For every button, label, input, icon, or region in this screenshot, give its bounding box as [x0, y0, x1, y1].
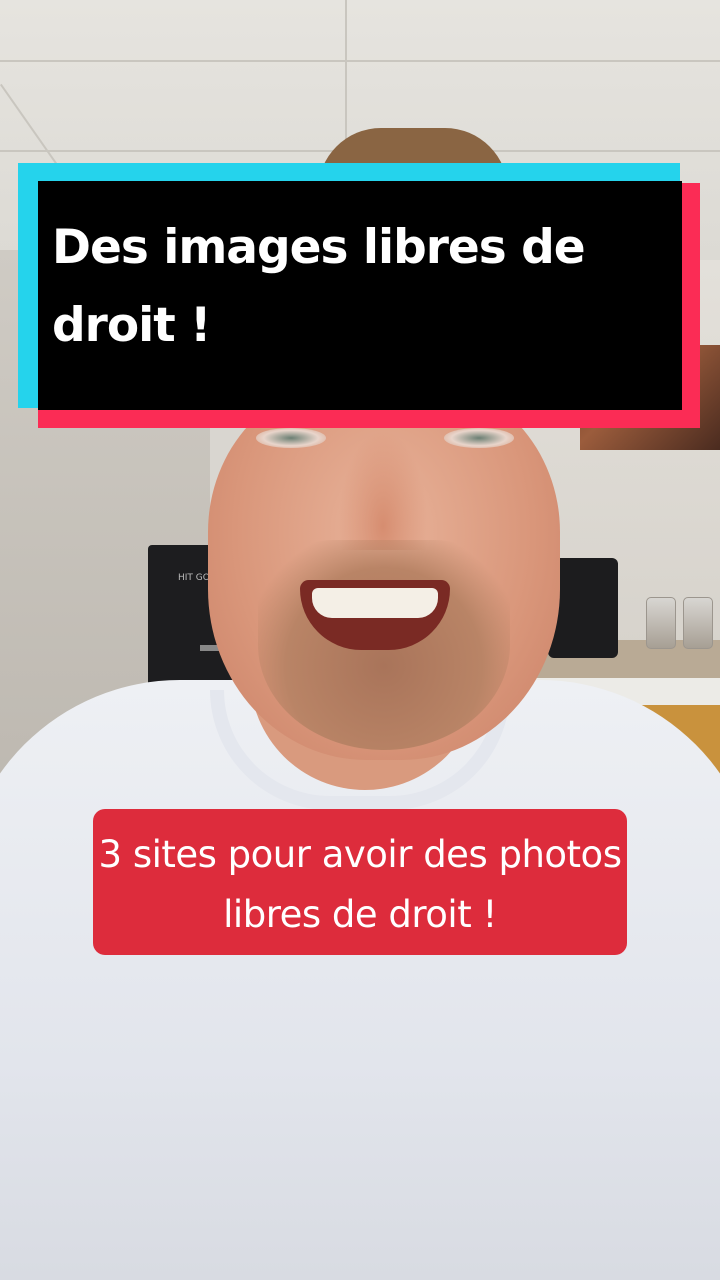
caption-box: 3 sites pour avoir des photos libres de …: [93, 809, 627, 955]
caption-text: 3 sites pour avoir des photos libres de …: [98, 833, 622, 936]
person-eye: [256, 428, 326, 448]
title-text: Des images libres de droit !: [52, 220, 586, 353]
ceiling-tile-line: [0, 60, 720, 62]
title-banner: Des images libres de droit !: [18, 163, 700, 428]
person-nose: [338, 430, 428, 550]
person-eye: [444, 428, 514, 448]
glass-jar: [683, 597, 713, 649]
glass-jar: [646, 597, 676, 649]
ceiling-tile-line: [345, 0, 347, 160]
person-teeth: [312, 588, 438, 618]
